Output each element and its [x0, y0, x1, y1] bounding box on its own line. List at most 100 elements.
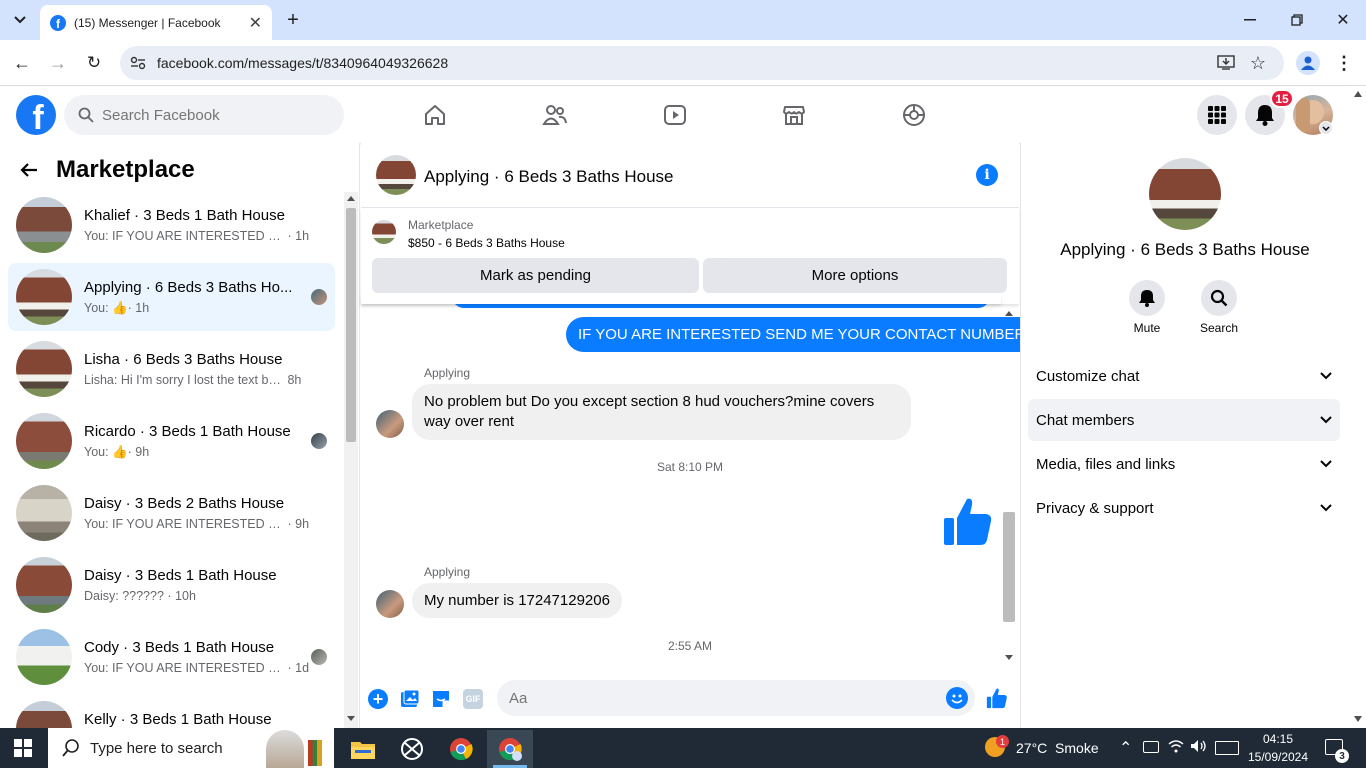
chat-members-section[interactable]: Chat members — [1028, 399, 1340, 441]
profile-button[interactable] — [1296, 51, 1320, 75]
new-tab-button[interactable]: + — [283, 9, 303, 31]
conversation-name: Daisy · 3 Beds 2 Baths House — [84, 495, 285, 512]
bookmark-star-icon[interactable]: ☆ — [1248, 53, 1268, 73]
conversation-row[interactable]: Khalief · 3 Beds 1 Bath House You: IF YO… — [8, 191, 335, 259]
privacy-support-section[interactable]: Privacy & support — [1028, 487, 1340, 529]
plus-icon[interactable]: + — [368, 689, 388, 709]
conversation-row[interactable]: Ricardo · 3 Beds 1 Bath House You: 👍 · 9h — [8, 407, 335, 475]
facebook-logo[interactable]: f — [16, 95, 56, 135]
house-thumbnail — [16, 557, 72, 613]
conversation-row[interactable]: Daisy · 3 Beds 2 Baths House You: IF YOU… — [8, 479, 335, 547]
install-app-button[interactable] — [1216, 53, 1236, 73]
taskbar-chrome[interactable] — [438, 730, 484, 768]
minimize-button[interactable] — [1240, 10, 1260, 30]
taskbar-xbox[interactable] — [389, 730, 435, 768]
contact-avatar[interactable] — [376, 410, 404, 438]
timestamp: Sat 8:10 PM — [656, 460, 724, 474]
chat-thumbnail[interactable] — [376, 155, 416, 195]
search-icon — [62, 739, 79, 757]
sticker-icon[interactable] — [431, 689, 451, 714]
conversation-row[interactable]: Cody · 3 Beds 1 Bath House You: IF YOU A… — [8, 623, 335, 691]
mute-label: Mute — [1133, 321, 1161, 335]
back-button[interactable]: ← — [12, 53, 32, 73]
weather-text[interactable]: 27°C Smoke — [1016, 740, 1099, 756]
gif-icon[interactable]: GIF — [463, 689, 483, 709]
chat-scrollbar[interactable] — [1001, 305, 1017, 667]
account-chevron-icon[interactable] — [1319, 121, 1333, 135]
volume-icon[interactable] — [1190, 739, 1208, 758]
omnibox[interactable]: facebook.com/messages/t/8340964049326628 — [120, 46, 1284, 80]
mute-button[interactable] — [1129, 280, 1165, 316]
media-files-links-section[interactable]: Media, files and links — [1028, 443, 1340, 485]
grid-menu-icon — [1208, 106, 1226, 124]
page-scrollbar[interactable] — [1350, 87, 1366, 728]
restore-button[interactable] — [1287, 10, 1307, 30]
send-thumbs-up-icon[interactable] — [986, 687, 1008, 714]
sender-name: Applying — [424, 366, 471, 380]
reload-button[interactable]: ↻ — [84, 53, 104, 73]
conversation-row[interactable]: Lisha · 6 Beds 3 Baths House Lisha: Hi I… — [8, 335, 335, 403]
taskbar-chrome-active[interactable] — [487, 730, 533, 768]
browser-tab[interactable]: f (15) Messenger | Facebook ✕ — [40, 5, 272, 40]
contact-avatar[interactable] — [376, 590, 404, 618]
details-title: Applying · 6 Beds 3 Baths House — [1060, 240, 1310, 259]
facebook-search[interactable] — [64, 95, 344, 135]
conversation-preview: You: IF YOU ARE INTERESTED SEN... — [84, 517, 284, 531]
tray-expand-icon[interactable]: ⌃ — [1119, 738, 1132, 758]
notification-badge: 15 — [1270, 89, 1294, 108]
conversation-time: 8h — [287, 373, 302, 387]
search-icon — [1210, 289, 1228, 307]
back-arrow-icon[interactable] — [20, 162, 38, 178]
conversation-row[interactable]: Kelly · 3 Beds 1 Bath House — [8, 695, 335, 728]
incoming-message[interactable]: No problem but Do you except section 8 h… — [412, 384, 911, 440]
seen-avatar — [311, 433, 327, 449]
sender-name: Applying — [424, 565, 471, 579]
windows-start-icon[interactable] — [14, 739, 32, 762]
conversation-row[interactable]: Daisy · 3 Beds 1 Bath House Daisy: ?????… — [8, 551, 335, 619]
nav-home[interactable] — [420, 100, 450, 130]
photo-icon[interactable] — [400, 689, 420, 714]
search-input[interactable] — [102, 106, 322, 124]
taskbar-file-explorer[interactable] — [340, 730, 386, 768]
chevron-down-icon — [1320, 504, 1332, 512]
conversation-name: Cody · 3 Beds 1 Bath House — [84, 639, 275, 656]
search-in-chat-button[interactable] — [1201, 280, 1237, 316]
timestamp: 2:55 AM — [667, 639, 713, 653]
mark-as-pending-button[interactable]: Mark as pending — [372, 258, 699, 293]
conversation-scrollbar[interactable] — [344, 192, 358, 728]
wifi-icon[interactable] — [1168, 739, 1184, 758]
nav-marketplace[interactable] — [779, 100, 809, 130]
section-label: Chat members — [1036, 411, 1135, 429]
nav-gaming[interactable] — [899, 100, 929, 130]
customize-chat-section[interactable]: Customize chat — [1028, 355, 1340, 397]
site-info-icon[interactable] — [130, 56, 146, 70]
message-input-box[interactable] — [497, 680, 975, 716]
menu-button[interactable] — [1197, 95, 1237, 135]
clock-time[interactable]: 04:15 — [1248, 732, 1308, 746]
message-input[interactable] — [509, 689, 909, 707]
listing-photo[interactable] — [1149, 158, 1221, 230]
nav-friends[interactable] — [540, 100, 570, 130]
conversation-row-active[interactable]: Applying · 6 Beds 3 Baths Ho... You: 👍 · … — [8, 263, 335, 331]
chat-title[interactable]: Applying · 6 Beds 3 Baths House — [424, 167, 673, 187]
nav-video[interactable] — [660, 100, 690, 130]
forward-button[interactable]: → — [48, 53, 68, 73]
chrome-menu-icon[interactable]: ⋮ — [1334, 53, 1354, 73]
tab-search-button[interactable] — [8, 10, 32, 30]
close-tab-icon[interactable]: ✕ — [249, 13, 262, 33]
thumbs-up-icon: 👍 — [112, 300, 128, 315]
sent-thumbs-up-icon[interactable] — [942, 496, 994, 546]
taskbar-search[interactable]: Type here to search — [48, 728, 334, 768]
close-window-button[interactable]: ✕ — [1333, 10, 1353, 30]
house-thumbnail — [16, 485, 72, 541]
clock-date[interactable]: 15/09/2024 — [1244, 750, 1312, 764]
listing-title[interactable]: $850 - 6 Beds 3 Baths House — [408, 236, 565, 250]
more-options-button[interactable]: More options — [703, 258, 1007, 293]
info-icon[interactable]: i — [976, 164, 998, 186]
outgoing-message[interactable]: IF YOU ARE INTERESTED SEND ME YOUR CONTA… — [566, 317, 1038, 352]
emoji-icon[interactable] — [946, 687, 968, 709]
incoming-message[interactable]: My number is 17247129206 — [412, 583, 622, 618]
conversation-time: · 1d — [287, 661, 310, 675]
keyboard-icon[interactable] — [1215, 741, 1239, 755]
battery-icon[interactable] — [1143, 741, 1159, 753]
